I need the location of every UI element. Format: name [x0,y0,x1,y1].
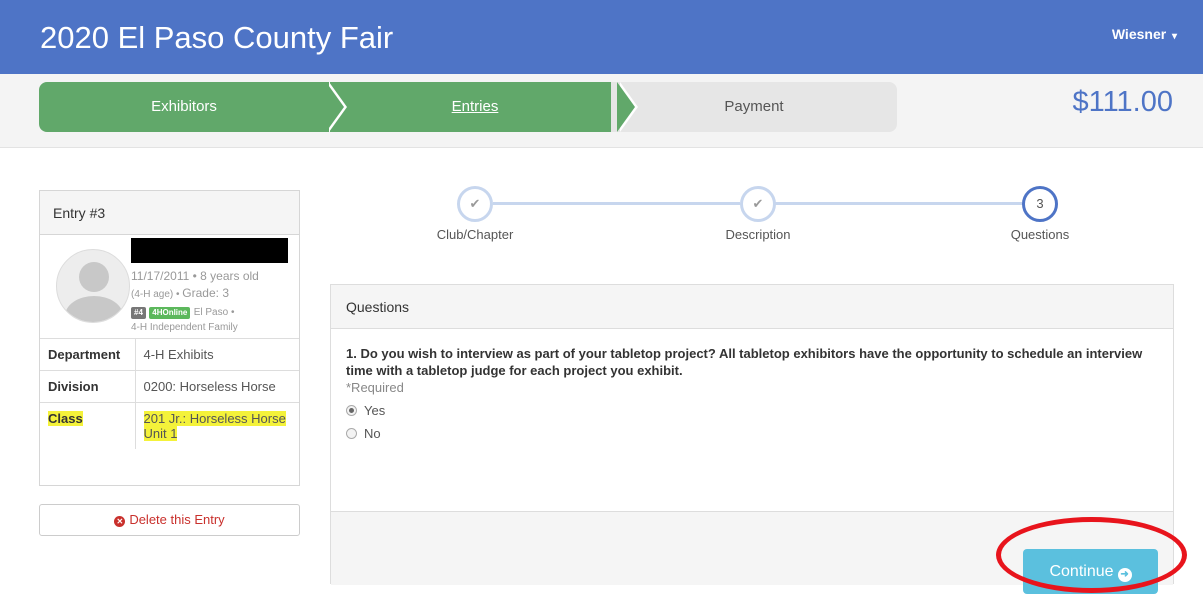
delete-entry-label: Delete this Entry [129,512,225,527]
table-row: Division 0200: Horseless Horse [40,370,299,403]
option-label: Yes [364,403,386,418]
redacted-name [131,238,288,263]
caret-down-icon: ▾ [1169,31,1177,42]
age-note: (4-H age) • [131,289,183,300]
step-exhibitors[interactable]: Exhibitors [39,82,329,132]
arrow-right-icon: ➜ [1117,568,1132,582]
row-label: Class [40,402,136,449]
exhibitor-number-badge: #4 [131,307,146,319]
row-value: 4-H Exhibits [135,338,299,371]
progress-connector [775,202,1022,205]
class-label: Class [48,411,83,426]
required-note: *Required [346,380,404,395]
page-title: 2020 El Paso County Fair [40,20,394,55]
questions-heading: Questions [331,285,1173,329]
option-label: No [364,426,381,441]
question-text: 1. Do you wish to interview as part of y… [346,346,1143,378]
step-payment[interactable]: Payment [611,82,897,132]
step-divider [617,82,635,132]
progress-step-questions: 3 [1022,186,1058,222]
progress-step-description[interactable]: ✔ [740,186,776,222]
radio-yes[interactable] [346,405,357,416]
continue-button[interactable]: Continue ➜ [1023,549,1158,594]
progress-step-club-chapter[interactable]: ✔ [457,186,493,222]
table-row: Department 4-H Exhibits [40,338,299,371]
avatar-head [79,262,109,292]
delete-entry-button[interactable]: ✕ Delete this Entry [39,504,300,536]
progress-label: Description [725,227,791,242]
radio-no[interactable] [346,428,357,439]
user-name: Wiesner [1111,26,1167,42]
avatar-body [65,296,123,322]
checkout-steps: Exhibitors Entries Payment $111.00 [0,74,1203,148]
app-header: 2020 El Paso County Fair Wiesner ▾ [0,0,1203,74]
question-body: 1. Do you wish to interview as part of y… [331,329,1173,441]
row-value: 201 Jr.: Horseless Horse Unit 1 [135,402,299,449]
entry-summary-card: Entry #3 11/17/2011 • 8 years old (4-H a… [39,190,300,486]
exhibitor-dob-age: 11/17/2011 • 8 years old [131,269,259,283]
step-entries-label: Entries [451,98,499,115]
step-entries[interactable]: Entries [330,82,620,132]
avatar [56,249,130,323]
row-label: Department [40,338,136,371]
continue-label: Continue [1049,563,1114,580]
entry-details-table: Department 4-H Exhibits Division 0200: H… [40,338,299,449]
questions-panel: Questions 1. Do you wish to interview as… [330,284,1174,585]
row-label: Division [40,370,136,403]
step-divider [326,82,344,132]
entry-heading: Entry #3 [40,191,299,235]
source-badge: 4HOnline [149,307,191,319]
cart-total: $111.00 [1072,86,1173,118]
exhibitor-county: El Paso • [193,307,235,318]
remove-circle-icon: ✕ [114,516,126,527]
user-menu[interactable]: Wiesner ▾ [1112,26,1177,42]
exhibitor-grade: Grade: 3 [182,286,229,300]
class-value: 201 Jr.: Horseless Horse Unit 1 [143,411,286,441]
progress-label: Club/Chapter [436,227,514,242]
row-value: 0200: Horseless Horse [135,370,299,403]
exhibitor-info: 11/17/2011 • 8 years old (4-H age) • Gra… [131,268,296,335]
progress-label: Questions [1010,227,1070,242]
option-yes[interactable]: Yes [346,403,1158,418]
exhibitor-club: 4-H Independent Family [131,322,238,333]
option-no[interactable]: No [346,426,1158,441]
table-row: Class 201 Jr.: Horseless Horse Unit 1 [40,402,299,449]
progress-connector [493,202,740,205]
